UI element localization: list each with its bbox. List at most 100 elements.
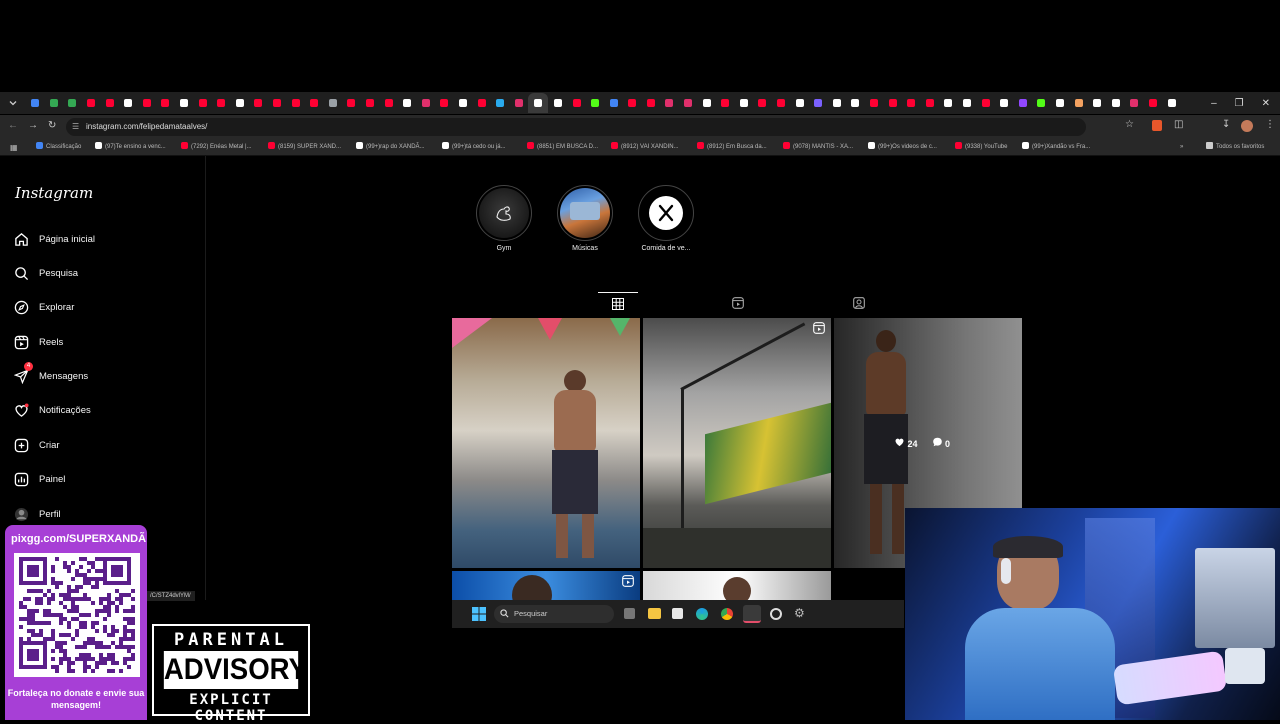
avatar[interactable] xyxy=(1241,120,1253,132)
site-info-icon[interactable]: ☰ xyxy=(72,118,79,136)
extension-icon[interactable] xyxy=(1152,120,1162,131)
nav-create[interactable]: Criar xyxy=(14,435,60,455)
nav-dashboard[interactable]: Painel xyxy=(14,469,65,489)
chrome-icon[interactable] xyxy=(721,608,733,620)
browser-tab[interactable] xyxy=(101,94,119,112)
menu-icon[interactable]: ⋮ xyxy=(1265,119,1275,130)
url-field[interactable]: ☰ instagram.com/felipedamataalves/ xyxy=(66,118,1086,136)
browser-tab[interactable] xyxy=(1144,94,1162,112)
browser-tab[interactable] xyxy=(679,94,697,112)
maximize-icon[interactable]: ❐ xyxy=(1235,98,1244,109)
tab-tagged[interactable] xyxy=(839,292,879,314)
browser-tab[interactable] xyxy=(175,94,193,112)
browser-tab[interactable] xyxy=(1070,94,1088,112)
browser-tab[interactable] xyxy=(510,94,528,112)
windows-start-icon[interactable] xyxy=(472,607,486,621)
browser-tab[interactable] xyxy=(958,94,976,112)
browser-tab[interactable] xyxy=(82,94,100,112)
browser-tab[interactable] xyxy=(605,94,623,112)
browser-tab[interactable] xyxy=(361,94,379,112)
browser-tab[interactable] xyxy=(1051,94,1069,112)
highlight-comida[interactable]: Comida de ve... xyxy=(638,185,694,252)
browser-tab[interactable] xyxy=(119,94,137,112)
browser-tab[interactable] xyxy=(846,94,864,112)
browser-tab[interactable] xyxy=(435,94,453,112)
tab-reels[interactable] xyxy=(718,292,758,314)
nav-search[interactable]: Pesquisa xyxy=(14,263,78,283)
post-4[interactable] xyxy=(452,571,640,600)
all-bookmarks[interactable]: Todos os favoritos xyxy=(1206,142,1264,153)
browser-tab[interactable] xyxy=(884,94,902,112)
bookmark-item[interactable]: (99+)Xandão vs Fra... xyxy=(1022,142,1090,153)
back-icon[interactable]: ← xyxy=(8,120,18,131)
reload-icon[interactable]: ↻ xyxy=(48,120,56,131)
browser-tab[interactable] xyxy=(1163,94,1176,112)
browser-tab[interactable] xyxy=(473,94,491,112)
bookmark-item[interactable]: (7292) Enéas Metal |... xyxy=(181,142,252,153)
browser-tab[interactable] xyxy=(454,94,472,112)
bookmark-item[interactable]: Classificação xyxy=(36,142,81,153)
browser-tab[interactable] xyxy=(138,94,156,112)
browser-tab[interactable] xyxy=(977,94,995,112)
browser-tab[interactable] xyxy=(902,94,920,112)
post-2[interactable] xyxy=(643,318,831,568)
bookmark-item[interactable]: (9078) MANTIS - XA... xyxy=(783,142,853,153)
browser-tab[interactable] xyxy=(1125,94,1143,112)
browser-tab[interactable] xyxy=(791,94,809,112)
browser-tab[interactable] xyxy=(809,94,827,112)
highlight-gym[interactable]: Gym xyxy=(476,185,532,252)
instagram-logo[interactable]: Instagram xyxy=(15,184,93,202)
browser-tab[interactable] xyxy=(1014,94,1032,112)
browser-tab[interactable] xyxy=(212,94,230,112)
puzzle-icon[interactable]: ◫ xyxy=(1174,119,1183,130)
bookmark-item[interactable]: (97)Te ensino a venc... xyxy=(95,142,166,153)
browser-tab[interactable] xyxy=(45,94,63,112)
browser-tab[interactable] xyxy=(939,94,957,112)
bookmark-item[interactable]: (99+)tá cedo ou já... xyxy=(442,142,506,153)
more-bookmarks-icon[interactable]: » xyxy=(1180,142,1183,153)
browser-tab[interactable] xyxy=(921,94,939,112)
browser-tab[interactable] xyxy=(305,94,323,112)
browser-tab[interactable] xyxy=(828,94,846,112)
nav-reels[interactable]: Reels xyxy=(14,332,63,352)
apps-icon[interactable]: ▦ xyxy=(10,142,18,153)
browser-tab[interactable] xyxy=(26,94,44,112)
browser-tab[interactable] xyxy=(156,94,174,112)
nav-home[interactable]: Página inicial xyxy=(14,229,95,249)
settings-icon[interactable]: ⚙ xyxy=(794,607,805,619)
browser-tab[interactable] xyxy=(249,94,267,112)
nav-profile[interactable]: Perfil xyxy=(14,504,61,524)
nav-explore[interactable]: Explorar xyxy=(14,297,74,317)
browser-tab[interactable] xyxy=(568,94,586,112)
browser-tab[interactable] xyxy=(231,94,249,112)
browser-tab[interactable] xyxy=(268,94,286,112)
minimize-icon[interactable]: – xyxy=(1211,98,1217,109)
browser-tab[interactable] xyxy=(1088,94,1106,112)
forward-icon[interactable]: → xyxy=(28,120,38,131)
browser-tab[interactable] xyxy=(528,93,549,113)
browser-tab[interactable] xyxy=(753,94,771,112)
browser-tab[interactable] xyxy=(287,94,305,112)
bookmark-item[interactable]: (9338) YouTube xyxy=(955,142,1007,153)
browser-tab[interactable] xyxy=(417,94,435,112)
browser-tab[interactable] xyxy=(660,94,678,112)
edge-icon[interactable] xyxy=(696,608,708,620)
bookmark-item[interactable]: (99+)rap do XANDÃ... xyxy=(356,142,425,153)
browser-tab[interactable] xyxy=(491,94,509,112)
browser-tab[interactable] xyxy=(623,94,641,112)
post-1[interactable] xyxy=(452,318,640,568)
browser-tab[interactable] xyxy=(324,94,342,112)
browser-tab[interactable] xyxy=(642,94,660,112)
tab-posts[interactable] xyxy=(598,292,638,314)
post-5[interactable] xyxy=(643,571,831,600)
browser-tab[interactable] xyxy=(342,94,360,112)
bookmark-item[interactable]: (8851) EM BUSCA D... xyxy=(527,142,598,153)
browser-tab[interactable] xyxy=(380,94,398,112)
browser-tab[interactable] xyxy=(772,94,790,112)
bookmark-item[interactable]: (8159) SUPER XAND... xyxy=(268,142,341,153)
bookmark-item[interactable]: (99+)Os videos de c... xyxy=(868,142,937,153)
close-icon[interactable]: ✕ xyxy=(1262,98,1270,109)
nav-messages[interactable]: 4 Mensagens xyxy=(14,362,88,386)
bookmark-item[interactable]: (8912) VAI XANDIN... xyxy=(611,142,679,153)
browser-tab[interactable] xyxy=(549,94,567,112)
